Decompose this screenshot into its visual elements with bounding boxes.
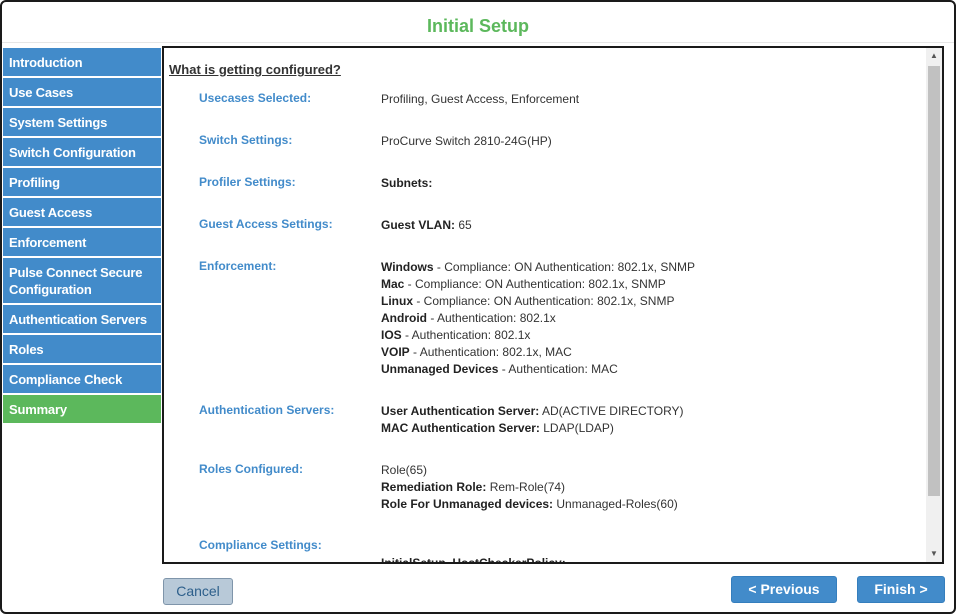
usecases-label: Usecases Selected:: [199, 91, 312, 105]
sidebar-item-summary[interactable]: Summary: [3, 395, 161, 423]
enforcement-key: Android: [381, 311, 427, 325]
role-line: Remediation Role: Rem-Role(74): [381, 479, 678, 496]
enforcement-line: Windows - Compliance: ON Authentication:…: [381, 259, 695, 276]
sidebar-item-profiling[interactable]: Profiling: [3, 168, 161, 196]
auth-server-key: User Authentication Server:: [381, 404, 540, 418]
enforcement-detail: - Compliance: ON Authentication: 802.1x,…: [413, 294, 675, 308]
enforcement-key: Unmanaged Devices: [381, 362, 499, 376]
enforcement-label: Enforcement:: [199, 259, 277, 273]
role-line: Role For Unmanaged devices: Unmanaged-Ro…: [381, 496, 678, 513]
roles-label: Roles Configured:: [199, 462, 303, 476]
vertical-scrollbar[interactable]: ▲ ▼: [926, 48, 942, 562]
summary-heading: What is getting configured?: [169, 62, 341, 77]
role-key: Remediation Role:: [381, 480, 487, 494]
profiler-settings-value: Subnets:: [381, 175, 432, 192]
subnets-key: Subnets:: [381, 176, 433, 190]
scrollbar-thumb[interactable]: [928, 66, 940, 496]
enforcement-detail: - Compliance: ON Authentication: 802.1x,…: [433, 260, 696, 274]
guest-access-label: Guest Access Settings:: [199, 217, 333, 231]
enforcement-key: Windows: [381, 260, 434, 274]
guest-vlan-value: 65: [455, 218, 472, 232]
enforcement-value: Windows - Compliance: ON Authentication:…: [381, 259, 695, 378]
role-detail: Rem-Role(74): [486, 480, 566, 494]
window-title: Initial Setup: [426, 16, 529, 36]
sidebar-item-use-cases[interactable]: Use Cases: [3, 78, 161, 106]
enforcement-line: Unmanaged Devices - Authentication: MAC: [381, 361, 695, 378]
auth-server-detail: LDAP(LDAP): [539, 421, 614, 435]
usecases-value: Profiling, Guest Access, Enforcement: [381, 92, 580, 106]
roles-value: Role(65) Remediation Role: Rem-Role(74) …: [381, 462, 678, 513]
enforcement-key: VOIP: [381, 345, 410, 359]
summary-scroll-area: What is getting configured? Usecases Sel…: [164, 48, 926, 562]
sidebar-item-compliance-check[interactable]: Compliance Check: [3, 365, 161, 393]
sidebar-item-switch-configuration[interactable]: Switch Configuration: [3, 138, 161, 166]
scroll-up-arrow-icon[interactable]: ▲: [926, 48, 942, 64]
cancel-button[interactable]: Cancel: [163, 578, 233, 605]
title-divider: [2, 42, 954, 43]
sidebar-item-enforcement[interactable]: Enforcement: [3, 228, 161, 256]
enforcement-detail: - Authentication: 802.1x: [401, 328, 531, 342]
guest-access-value: Guest VLAN: 65: [381, 217, 472, 234]
role-detail: Unmanaged-Roles(60): [553, 497, 678, 511]
enforcement-line: Android - Authentication: 802.1x: [381, 310, 695, 327]
sidebar-item-roles[interactable]: Roles: [3, 335, 161, 363]
sidebar-item-authentication-servers[interactable]: Authentication Servers: [3, 305, 161, 333]
role-line: Role(65): [381, 463, 428, 477]
sidebar-item-pulse-connect-secure[interactable]: Pulse Connect Secure Configuration: [3, 258, 161, 303]
enforcement-line: Mac - Compliance: ON Authentication: 802…: [381, 276, 695, 293]
authentication-servers-value: User Authentication Server: AD(ACTIVE DI…: [381, 403, 684, 437]
auth-server-detail: AD(ACTIVE DIRECTORY): [539, 404, 684, 418]
auth-server-line: User Authentication Server: AD(ACTIVE DI…: [381, 403, 684, 420]
auth-server-key: MAC Authentication Server:: [381, 421, 540, 435]
enforcement-detail: - Compliance: ON Authentication: 802.1x,…: [404, 277, 666, 291]
finish-button[interactable]: Finish >: [857, 576, 945, 603]
enforcement-line: IOS - Authentication: 802.1x: [381, 327, 695, 344]
profiler-settings-label: Profiler Settings:: [199, 175, 296, 189]
enforcement-key: IOS: [381, 328, 402, 342]
compliance-value: InitialSetup_HostCheckerPolicy:: [381, 555, 566, 562]
previous-button[interactable]: < Previous: [731, 576, 837, 603]
enforcement-line: VOIP - Authentication: 802.1x, MAC: [381, 344, 695, 361]
auth-server-line: MAC Authentication Server: LDAP(LDAP): [381, 420, 684, 437]
role-key: Role For Unmanaged devices:: [381, 497, 554, 511]
switch-settings-label: Switch Settings:: [199, 133, 293, 147]
guest-vlan-key: Guest VLAN:: [381, 218, 456, 232]
enforcement-detail: - Authentication: 802.1x, MAC: [409, 345, 572, 359]
sidebar-item-system-settings[interactable]: System Settings: [3, 108, 161, 136]
enforcement-detail: - Authentication: 802.1x: [427, 311, 556, 325]
enforcement-key: Linux: [381, 294, 413, 308]
enforcement-detail: - Authentication: MAC: [498, 362, 618, 376]
enforcement-key: Mac: [381, 277, 405, 291]
compliance-label: Compliance Settings:: [199, 538, 322, 552]
scroll-down-arrow-icon[interactable]: ▼: [926, 546, 942, 562]
authentication-servers-label: Authentication Servers:: [199, 403, 335, 417]
enforcement-line: Linux - Compliance: ON Authentication: 8…: [381, 293, 695, 310]
sidebar-item-guest-access[interactable]: Guest Access: [3, 198, 161, 226]
switch-settings-value: ProCurve Switch 2810-24G(HP): [381, 134, 552, 148]
sidebar-nav: Introduction Use Cases System Settings S…: [3, 48, 163, 425]
sidebar-item-introduction[interactable]: Introduction: [3, 48, 161, 76]
summary-panel: What is getting configured? Usecases Sel…: [162, 46, 944, 564]
compliance-policy-key: InitialSetup_HostCheckerPolicy:: [381, 556, 566, 562]
